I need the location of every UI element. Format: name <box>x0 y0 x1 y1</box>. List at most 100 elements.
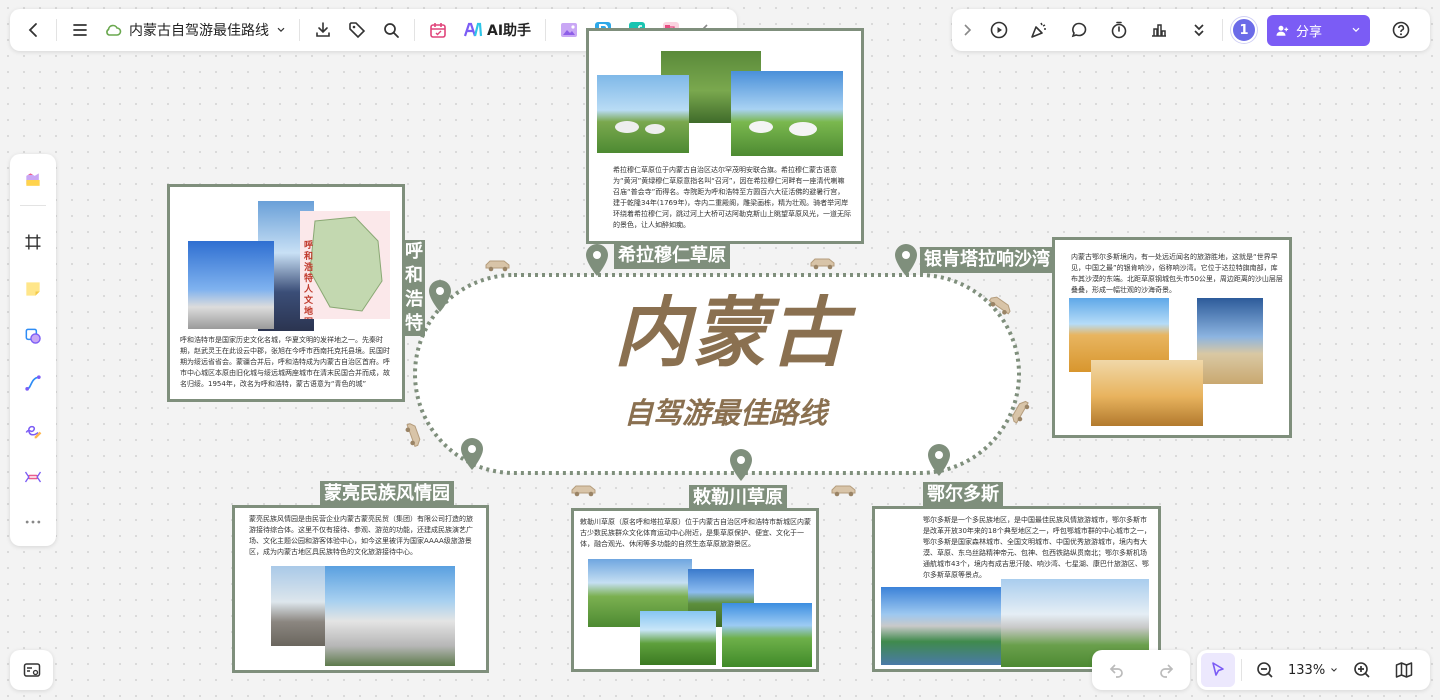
separator <box>545 19 547 41</box>
zoom-in-button[interactable] <box>1345 653 1379 687</box>
more-tools-button[interactable] <box>1182 13 1216 47</box>
ai-assistant-label: AI助手 <box>487 23 532 39</box>
template-tool-button[interactable] <box>16 164 50 197</box>
download-button[interactable] <box>306 13 340 47</box>
photo-palace <box>325 566 455 666</box>
comment-icon <box>1071 22 1087 38</box>
chevron-down-icon <box>1331 668 1338 672</box>
ai-logo-icon <box>463 22 483 37</box>
calendar-button[interactable] <box>421 13 455 47</box>
frame-icon <box>25 234 41 250</box>
zoom-out-icon <box>1257 662 1273 678</box>
undo-redo-panel <box>1092 650 1190 690</box>
chevron-down-icon <box>277 27 285 33</box>
photo-yurts <box>597 75 689 153</box>
car-icon <box>831 485 856 497</box>
search-icon <box>384 23 399 38</box>
help-button[interactable] <box>1384 13 1418 47</box>
location-pin-icon <box>429 280 451 312</box>
cursor-icon <box>1212 662 1224 676</box>
select-tool-button[interactable] <box>1201 653 1235 687</box>
card-menghan[interactable]: 蒙亮民族风情园是由民营企业内蒙古蒙亮民贸（集团）有限公司打造的旅游接待综合体。这… <box>232 505 489 673</box>
expand-toolbar-button[interactable] <box>956 13 978 47</box>
comment-button[interactable] <box>1062 13 1096 47</box>
zoom-out-button[interactable] <box>1248 653 1282 687</box>
connector-tool-button[interactable] <box>16 366 50 399</box>
card-huhehaote[interactable]: 呼和浩特人文地图 呼和浩特市是国家历史文化名城，华夏文明的发祥地之一。先秦时期，… <box>167 184 405 402</box>
zoom-in-icon <box>1354 662 1370 678</box>
separator <box>56 19 57 41</box>
avatar-count: 1 <box>1239 22 1249 38</box>
user-avatar[interactable]: 1 <box>1231 17 1257 43</box>
minimap-icon <box>23 663 40 677</box>
card-text: 呼和浩特市是国家历史文化名城，华夏文明的发祥地之一。先秦时期，赵武灵王在此设云中… <box>180 336 390 388</box>
card-text: 敕勒川草原（原名呼和塔拉草原）位于内蒙古自治区呼和浩特市新城区内蒙古少数民族群众… <box>580 518 811 548</box>
share-label: 分享 <box>1296 24 1323 40</box>
menu-button[interactable] <box>63 13 97 47</box>
zoom-panel: 133% <box>1197 650 1430 690</box>
center-subtitle: 自驾游最佳路线 <box>624 396 828 430</box>
back-button[interactable] <box>16 13 50 47</box>
separator <box>1222 19 1223 41</box>
calendar-icon <box>430 23 446 38</box>
pen-tool-button[interactable] <box>16 413 50 446</box>
location-pin-icon <box>730 449 752 481</box>
minimap-panel <box>10 650 53 690</box>
cloud-icon <box>106 24 122 36</box>
center-title: 内蒙古 <box>614 288 848 377</box>
sticky-note-icon <box>26 282 40 296</box>
card-text: 希拉穆仁草原位于内蒙古自治区达尔罕茂明安联合旗。希拉穆仁蒙古语意为“黄河”黄绿穆… <box>613 166 851 229</box>
doc-title-dropdown[interactable]: 内蒙古自驾游最佳路线 <box>97 13 293 47</box>
chart-button[interactable] <box>1142 13 1176 47</box>
frame-tool-button[interactable] <box>16 226 50 259</box>
shape-tool-button[interactable] <box>16 320 50 353</box>
label-menghan: 蒙亮民族风情园 <box>320 481 454 507</box>
image-tool-button[interactable] <box>552 13 586 47</box>
mindmap-tool-icon <box>24 471 42 483</box>
card-text: 内蒙古鄂尔多斯境内，有一处远近闻名的旅游胜地，这就是“世界早见，中国之最”的银肯… <box>1071 253 1283 294</box>
card-chilechuan[interactable]: 敕勒川草原（原名呼和塔拉草原）位于内蒙古自治区呼和浩特市新城区内蒙古少数民族群众… <box>571 508 819 672</box>
left-toolbar <box>10 154 56 546</box>
map-view-button[interactable] <box>1387 653 1421 687</box>
user-plus-icon <box>1276 25 1289 36</box>
back-arrow-icon <box>28 23 37 37</box>
photo-yurt-field <box>731 71 843 156</box>
card-text: 蒙亮民族风情园是由民营企业内蒙古蒙亮民贸（集团）有限公司打造的旅游接待综合体。这… <box>249 515 473 556</box>
doc-title: 内蒙古自驾游最佳路线 <box>129 23 269 39</box>
more-dots-icon <box>25 520 41 523</box>
mindmap-tool-button[interactable] <box>16 460 50 493</box>
undo-button[interactable] <box>1100 653 1134 687</box>
menu-icon <box>73 24 87 36</box>
template-icon <box>26 173 40 187</box>
play-icon <box>990 21 1008 39</box>
sticky-note-tool-button[interactable] <box>16 273 50 306</box>
car-icon <box>485 260 510 272</box>
search-button[interactable] <box>374 13 408 47</box>
location-pin-icon <box>586 244 608 276</box>
tag-icon <box>349 22 366 39</box>
label-huhehaote: 呼和浩特 <box>403 240 425 336</box>
card-xilamuren[interactable]: 希拉穆仁草原位于内蒙古自治区达尔罕茂明安联合旗。希拉穆仁蒙古语意为“黄河”黄绿穆… <box>586 28 864 244</box>
label-eerduosi: 鄂尔多斯 <box>923 482 1003 508</box>
share-button[interactable]: 分享 <box>1267 14 1370 46</box>
image-icon <box>561 23 578 37</box>
more-tools-button[interactable] <box>16 505 50 538</box>
culture-map: 呼和浩特人文地图 <box>300 211 390 319</box>
map-title: 呼和浩特人文地图 <box>304 241 314 319</box>
top-right-toolbar: 1 分享 <box>952 9 1430 51</box>
redo-button[interactable] <box>1149 653 1183 687</box>
yurts-image <box>749 121 817 136</box>
zoom-level-dropdown[interactable]: 133% <box>1282 663 1345 678</box>
location-pin-icon <box>895 244 917 276</box>
chart-icon <box>1152 24 1166 37</box>
tag-button[interactable] <box>340 13 374 47</box>
help-icon <box>1392 21 1410 39</box>
chevron-down-icon <box>1352 27 1360 33</box>
ai-assistant-button[interactable]: AI助手 <box>455 13 539 47</box>
card-xiangshawan[interactable]: 内蒙古鄂尔多斯境内，有一处远近闻名的旅游胜地，这就是“世界早见，中国之最”的银肯… <box>1052 237 1292 438</box>
minimap-button[interactable] <box>15 653 49 687</box>
timer-button[interactable] <box>1102 13 1136 47</box>
card-eerduosi[interactable]: 鄂尔多斯是一个多民族地区，是中国最佳民族风情旅游城市，鄂尔多斯市是改革开放30年… <box>872 506 1161 672</box>
present-button[interactable] <box>982 13 1016 47</box>
celebrate-button[interactable] <box>1022 13 1056 47</box>
